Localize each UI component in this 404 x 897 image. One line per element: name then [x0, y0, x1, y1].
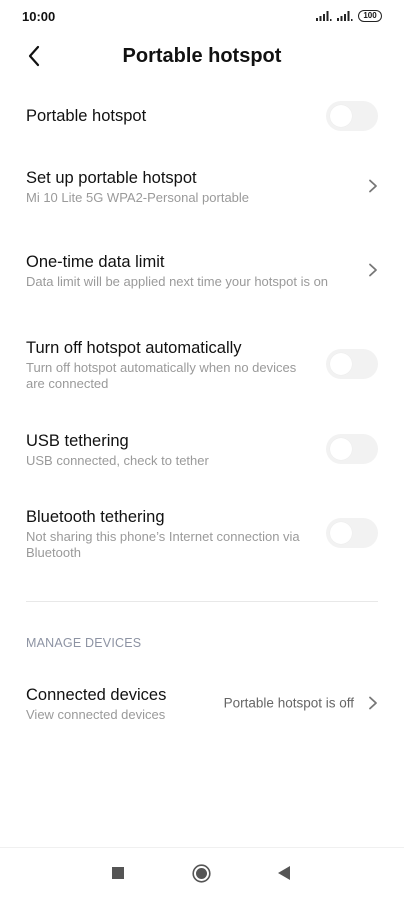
- data-limit-subtitle: Data limit will be applied next time you…: [26, 273, 329, 289]
- setup-hotspot-subtitle: Mi 10 Lite 5G WPA2-Personal portable: [26, 189, 250, 205]
- usb-tethering-toggle[interactable]: [326, 434, 378, 464]
- usb-tethering-row[interactable]: USB tethering USB connected, check to te…: [0, 426, 404, 472]
- bluetooth-tethering-subtitle: Not sharing this phone’s Internet connec…: [26, 528, 300, 560]
- bluetooth-tethering-row[interactable]: Bluetooth tethering Not sharing this pho…: [0, 502, 404, 564]
- chevron-left-icon: [28, 45, 40, 67]
- home-circle-icon[interactable]: [192, 864, 211, 883]
- signal-1-icon: [316, 11, 332, 21]
- auto-off-toggle[interactable]: [326, 349, 378, 379]
- connected-devices-row[interactable]: Connected devices View connected devices…: [0, 680, 404, 726]
- header: Portable hotspot: [0, 36, 404, 76]
- back-button[interactable]: [20, 42, 48, 70]
- status-icons: 100: [316, 10, 382, 22]
- usb-tethering-subtitle: USB connected, check to tether: [26, 452, 209, 468]
- auto-off-row[interactable]: Turn off hotspot automatically Turn off …: [0, 332, 404, 396]
- portable-hotspot-row[interactable]: Portable hotspot: [0, 92, 404, 140]
- back-triangle-icon[interactable]: [278, 866, 291, 880]
- toggle-knob: [330, 522, 352, 544]
- chevron-right-icon: [369, 696, 377, 710]
- bluetooth-tethering-toggle[interactable]: [326, 518, 378, 548]
- toggle-knob: [330, 105, 352, 127]
- recents-square-icon[interactable]: [112, 867, 124, 879]
- section-divider: [26, 601, 378, 602]
- bluetooth-tethering-title: Bluetooth tethering: [26, 507, 165, 526]
- status-bar: 10:00 100: [0, 0, 404, 32]
- setup-hotspot-title: Set up portable hotspot: [26, 168, 197, 187]
- data-limit-title: One-time data limit: [26, 252, 165, 271]
- portable-hotspot-toggle[interactable]: [326, 101, 378, 131]
- connected-devices-status: Portable hotspot is off: [223, 695, 354, 711]
- signal-2-icon: [337, 11, 353, 21]
- auto-off-subtitle: Turn off hotspot automatically when no d…: [26, 359, 297, 391]
- navigation-bar: [0, 847, 404, 897]
- toggle-knob: [330, 353, 352, 375]
- page-title: Portable hotspot: [122, 44, 282, 67]
- status-time: 10:00: [22, 8, 56, 24]
- data-limit-row[interactable]: One-time data limit Data limit will be a…: [0, 238, 404, 302]
- manage-devices-header: MANAGE DEVICES: [26, 636, 142, 650]
- chevron-right-icon: [369, 263, 377, 277]
- battery-icon: 100: [358, 10, 382, 22]
- chevron-right-icon: [369, 179, 377, 193]
- toggle-knob: [330, 438, 352, 460]
- auto-off-title: Turn off hotspot automatically: [26, 338, 242, 357]
- setup-hotspot-row[interactable]: Set up portable hotspot Mi 10 Lite 5G WP…: [0, 162, 404, 210]
